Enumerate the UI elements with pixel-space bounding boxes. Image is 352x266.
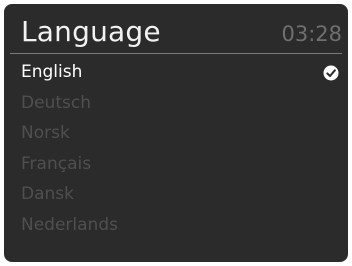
header: Language 03:28	[4, 4, 348, 54]
language-list: English Deutsch Norsk Français Dansk Ned…	[4, 60, 348, 243]
language-label: Nederlands	[21, 214, 118, 235]
language-item-english[interactable]: English	[4, 60, 348, 91]
language-item-dansk[interactable]: Dansk	[4, 182, 348, 213]
page-title: Language	[21, 15, 161, 48]
language-item-norsk[interactable]: Norsk	[4, 121, 348, 152]
language-screen: Language 03:28 English Deutsch Norsk Fra…	[4, 4, 348, 262]
language-label: Dansk	[21, 184, 74, 204]
language-label: Français	[21, 153, 92, 174]
language-label: English	[21, 62, 83, 82]
language-label: Deutsch	[21, 92, 91, 113]
language-item-francais[interactable]: Français	[4, 152, 348, 183]
language-label: Norsk	[21, 123, 70, 143]
header-divider	[10, 53, 342, 54]
language-item-deutsch[interactable]: Deutsch	[4, 91, 348, 122]
language-item-nederlands[interactable]: Nederlands	[4, 213, 348, 244]
check-circle-icon	[323, 65, 339, 81]
clock: 03:28	[281, 22, 342, 46]
